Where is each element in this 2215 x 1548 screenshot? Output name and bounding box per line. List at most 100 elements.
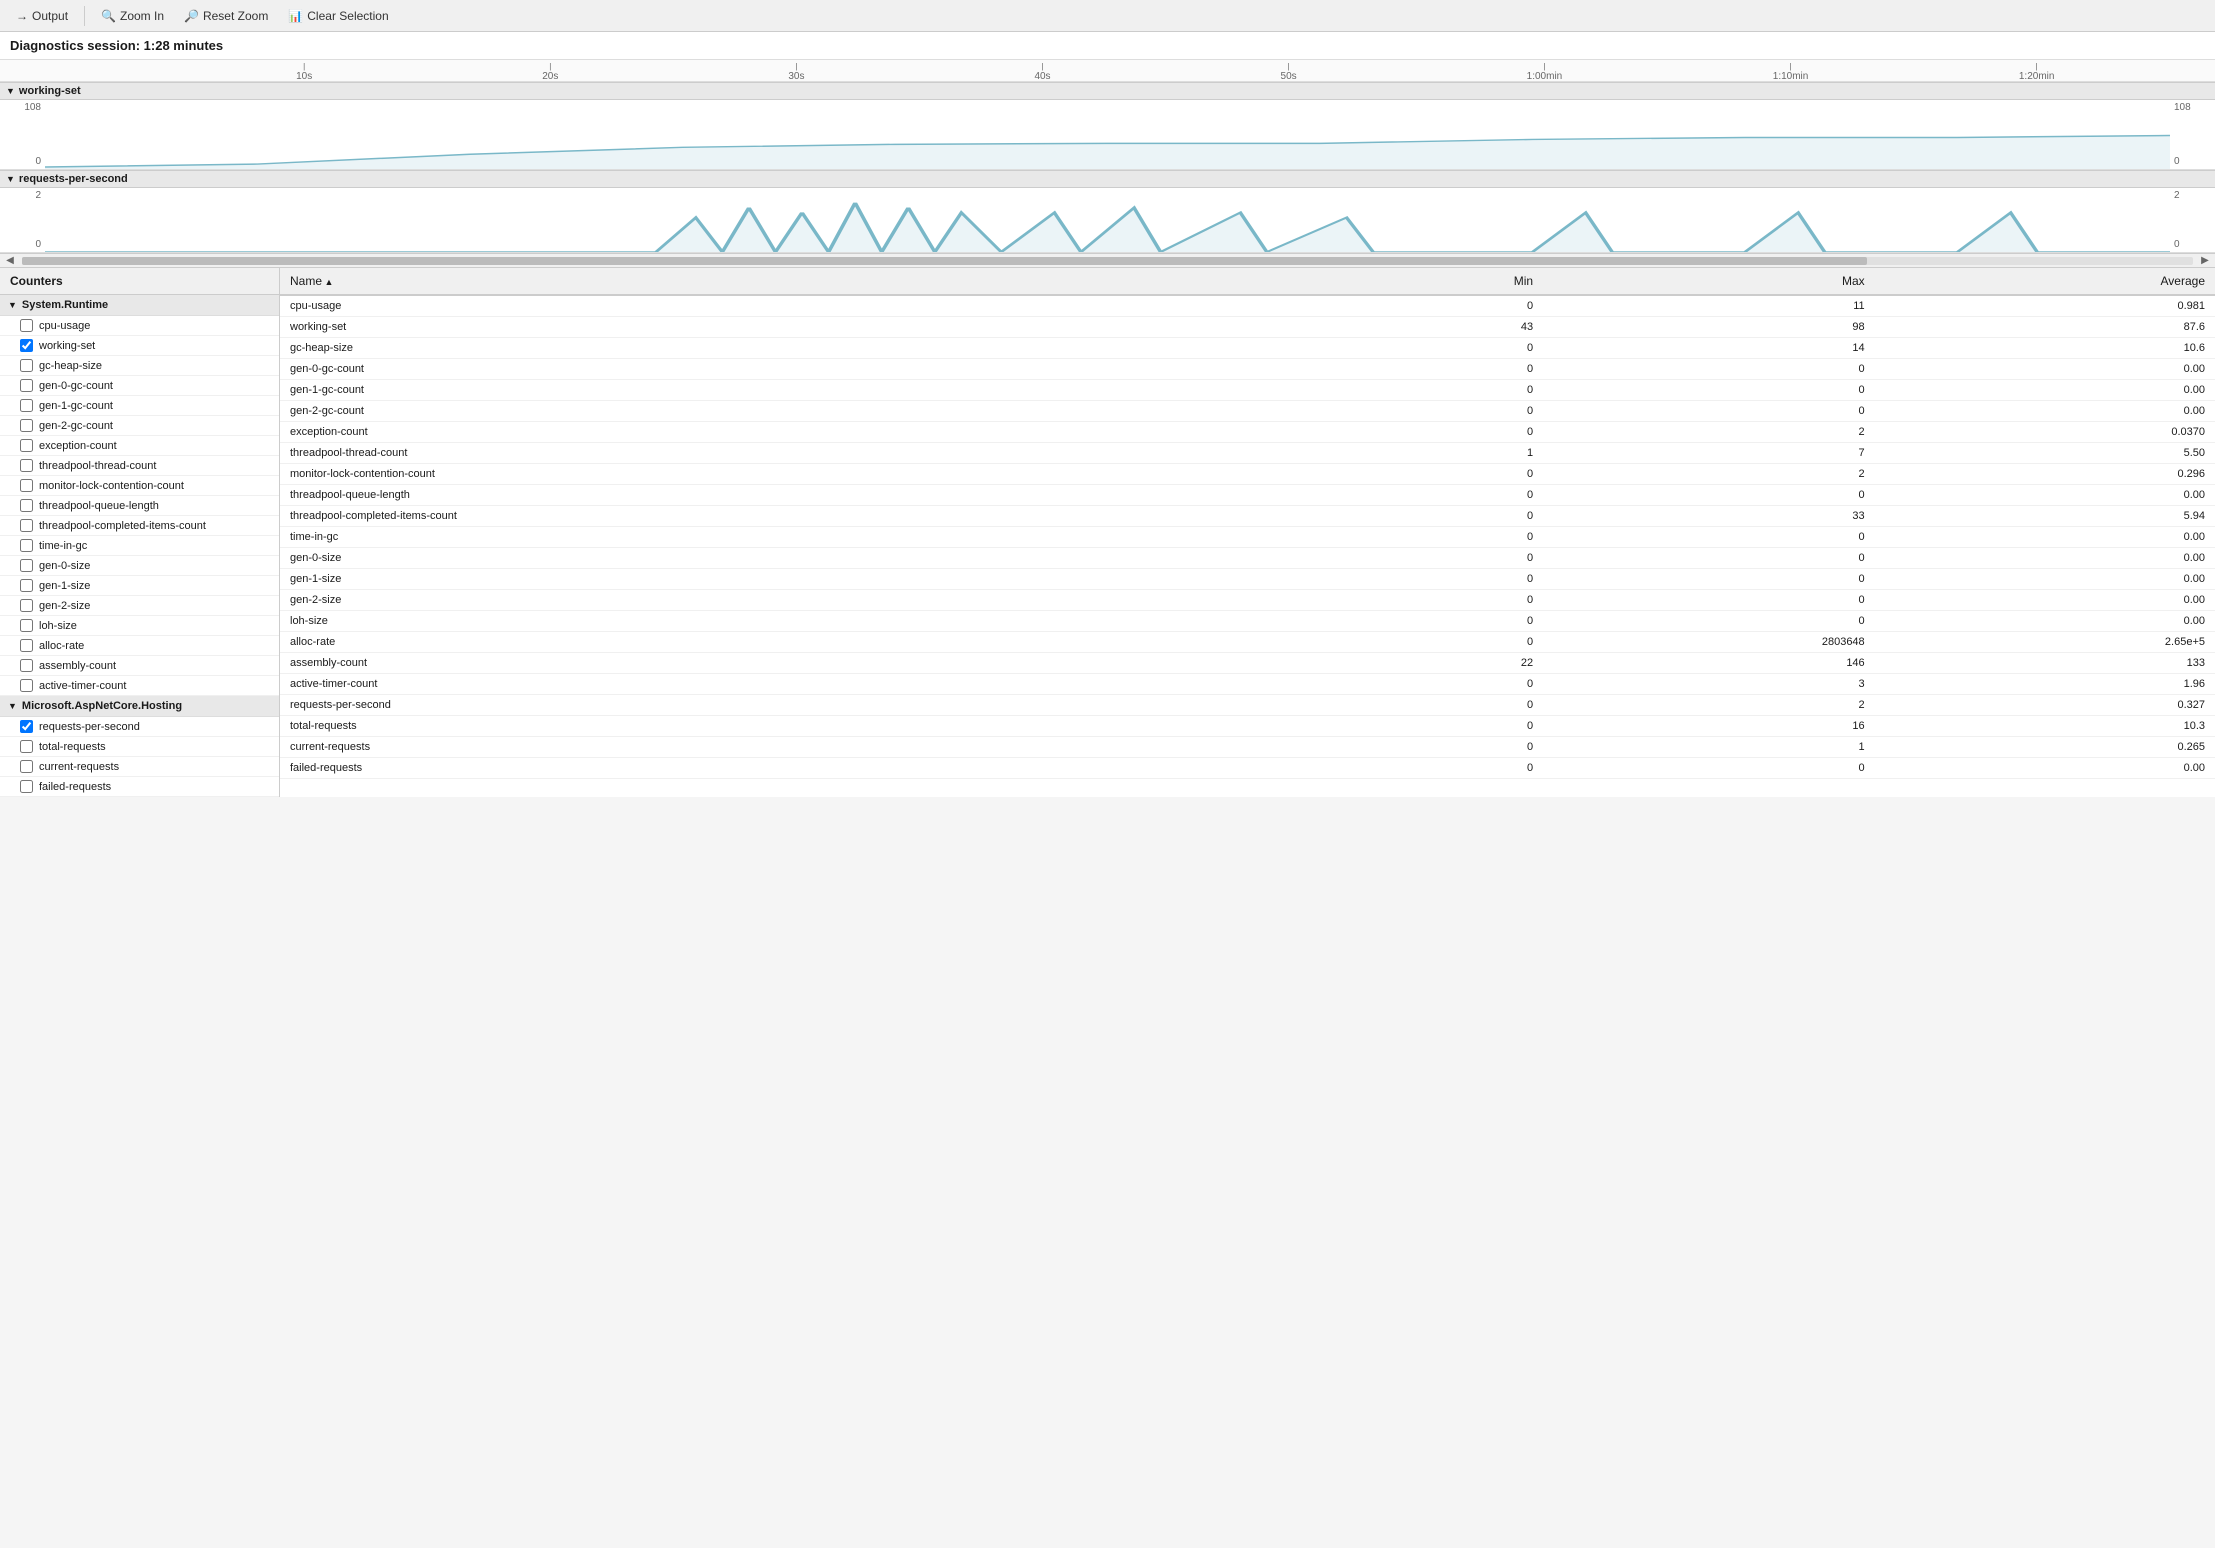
table-row[interactable]: assembly-count 22 146 133: [280, 653, 2215, 674]
output-button[interactable]: → Output: [8, 6, 76, 26]
table-row[interactable]: gen-0-gc-count 0 0 0.00: [280, 359, 2215, 380]
counter-item[interactable]: gen-0-gc-count: [0, 376, 279, 396]
cell-min: 0: [1335, 632, 1543, 653]
reset-zoom-button[interactable]: 🔎 Reset Zoom: [176, 6, 276, 26]
counter-item[interactable]: exception-count: [0, 436, 279, 456]
counter-checkbox-threadpool-completed-items-count[interactable]: [20, 519, 33, 532]
table-row[interactable]: gen-1-size 0 0 0.00: [280, 569, 2215, 590]
counter-checkbox-threadpool-thread-count[interactable]: [20, 459, 33, 472]
counter-group-1[interactable]: ▼Microsoft.AspNetCore.Hosting: [0, 696, 279, 717]
scroll-thumb[interactable]: [22, 257, 1867, 265]
counter-item[interactable]: cpu-usage: [0, 316, 279, 336]
table-row[interactable]: total-requests 0 16 10.3: [280, 716, 2215, 737]
table-row[interactable]: working-set 43 98 87.6: [280, 317, 2215, 338]
counter-checkbox-gc-heap-size[interactable]: [20, 359, 33, 372]
counter-item[interactable]: current-requests: [0, 757, 279, 777]
col-max[interactable]: Max: [1543, 268, 1875, 295]
col-min[interactable]: Min: [1335, 268, 1543, 295]
counter-item[interactable]: threadpool-completed-items-count: [0, 516, 279, 536]
cell-avg: 5.50: [1875, 443, 2215, 464]
col-avg[interactable]: Average: [1875, 268, 2215, 295]
counter-item[interactable]: requests-per-second: [0, 717, 279, 737]
requests-per-second-header: ▼ requests-per-second: [0, 170, 2215, 188]
counter-item[interactable]: threadpool-queue-length: [0, 496, 279, 516]
counter-item[interactable]: gen-1-size: [0, 576, 279, 596]
counter-checkbox-cpu-usage[interactable]: [20, 319, 33, 332]
table-row[interactable]: threadpool-completed-items-count 0 33 5.…: [280, 506, 2215, 527]
counter-item[interactable]: active-timer-count: [0, 676, 279, 696]
cell-name: current-requests: [280, 737, 1335, 758]
table-row[interactable]: threadpool-thread-count 1 7 5.50: [280, 443, 2215, 464]
table-row[interactable]: threadpool-queue-length 0 0 0.00: [280, 485, 2215, 506]
table-row[interactable]: alloc-rate 0 2803648 2.65e+5: [280, 632, 2215, 653]
counter-checkbox-exception-count[interactable]: [20, 439, 33, 452]
table-row[interactable]: gen-1-gc-count 0 0 0.00: [280, 380, 2215, 401]
col-name[interactable]: Name: [280, 268, 1335, 295]
counter-checkbox-alloc-rate[interactable]: [20, 639, 33, 652]
counter-item[interactable]: monitor-lock-contention-count: [0, 476, 279, 496]
table-row[interactable]: loh-size 0 0 0.00: [280, 611, 2215, 632]
cell-avg: 2.65e+5: [1875, 632, 2215, 653]
counter-item[interactable]: gen-1-gc-count: [0, 396, 279, 416]
counter-checkbox-threadpool-queue-length[interactable]: [20, 499, 33, 512]
counter-checkbox-requests-per-second[interactable]: [20, 720, 33, 733]
counter-item[interactable]: total-requests: [0, 737, 279, 757]
table-row[interactable]: exception-count 0 2 0.0370: [280, 422, 2215, 443]
counter-label: monitor-lock-contention-count: [39, 480, 184, 492]
table-row[interactable]: requests-per-second 0 2 0.327: [280, 695, 2215, 716]
table-row[interactable]: time-in-gc 0 0 0.00: [280, 527, 2215, 548]
counter-checkbox-working-set[interactable]: [20, 339, 33, 352]
zoom-in-button[interactable]: 🔍 Zoom In: [93, 6, 172, 26]
counter-item[interactable]: gen-0-size: [0, 556, 279, 576]
scroll-track[interactable]: [22, 257, 2193, 265]
counter-checkbox-gen-1-size[interactable]: [20, 579, 33, 592]
counter-checkbox-assembly-count[interactable]: [20, 659, 33, 672]
table-row[interactable]: gc-heap-size 0 14 10.6: [280, 338, 2215, 359]
counter-checkbox-monitor-lock-contention-count[interactable]: [20, 479, 33, 492]
counter-group-0[interactable]: ▼System.Runtime: [0, 295, 279, 316]
cell-name: requests-per-second: [280, 695, 1335, 716]
counter-checkbox-total-requests[interactable]: [20, 740, 33, 753]
counter-item[interactable]: assembly-count: [0, 656, 279, 676]
counter-checkbox-gen-2-size[interactable]: [20, 599, 33, 612]
counter-item[interactable]: gen-2-size: [0, 596, 279, 616]
counter-item[interactable]: failed-requests: [0, 777, 279, 797]
cell-avg: 0.00: [1875, 548, 2215, 569]
counter-label: exception-count: [39, 440, 117, 452]
counter-label: gen-2-gc-count: [39, 420, 113, 432]
counter-checkbox-active-timer-count[interactable]: [20, 679, 33, 692]
clear-selection-button[interactable]: 📊 Clear Selection: [280, 6, 396, 26]
counter-item[interactable]: threadpool-thread-count: [0, 456, 279, 476]
table-row[interactable]: cpu-usage 0 11 0.981: [280, 295, 2215, 317]
cell-min: 0: [1335, 380, 1543, 401]
counter-checkbox-gen-0-size[interactable]: [20, 559, 33, 572]
counter-checkbox-current-requests[interactable]: [20, 760, 33, 773]
counter-label: failed-requests: [39, 781, 111, 793]
counter-item[interactable]: loh-size: [0, 616, 279, 636]
counter-item[interactable]: time-in-gc: [0, 536, 279, 556]
counter-checkbox-time-in-gc[interactable]: [20, 539, 33, 552]
counter-item[interactable]: gen-2-gc-count: [0, 416, 279, 436]
table-row[interactable]: failed-requests 0 0 0.00: [280, 758, 2215, 779]
table-row[interactable]: gen-0-size 0 0 0.00: [280, 548, 2215, 569]
cell-min: 0: [1335, 569, 1543, 590]
cell-min: 0: [1335, 548, 1543, 569]
chart-scrollbar[interactable]: ◀ ▶: [0, 253, 2215, 267]
table-row[interactable]: gen-2-gc-count 0 0 0.00: [280, 401, 2215, 422]
cell-min: 0: [1335, 506, 1543, 527]
table-row[interactable]: gen-2-size 0 0 0.00: [280, 590, 2215, 611]
counter-checkbox-loh-size[interactable]: [20, 619, 33, 632]
table-row[interactable]: current-requests 0 1 0.265: [280, 737, 2215, 758]
counter-checkbox-gen-1-gc-count[interactable]: [20, 399, 33, 412]
counter-checkbox-gen-0-gc-count[interactable]: [20, 379, 33, 392]
counter-item[interactable]: working-set: [0, 336, 279, 356]
table-row[interactable]: active-timer-count 0 3 1.96: [280, 674, 2215, 695]
counter-checkbox-failed-requests[interactable]: [20, 780, 33, 793]
scroll-right[interactable]: ▶: [2195, 255, 2215, 266]
counter-item[interactable]: alloc-rate: [0, 636, 279, 656]
counter-item[interactable]: gc-heap-size: [0, 356, 279, 376]
reset-zoom-label: Reset Zoom: [203, 9, 268, 23]
scroll-left[interactable]: ◀: [0, 255, 20, 266]
table-row[interactable]: monitor-lock-contention-count 0 2 0.296: [280, 464, 2215, 485]
counter-checkbox-gen-2-gc-count[interactable]: [20, 419, 33, 432]
